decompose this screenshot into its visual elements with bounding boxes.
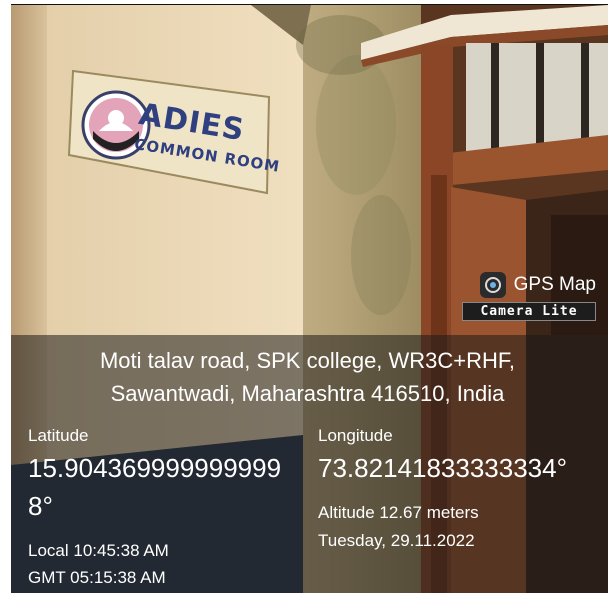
longitude-label: Longitude — [318, 426, 393, 445]
camera-lens-icon — [479, 272, 506, 298]
gmt-time: GMT 05:15:38 AM — [28, 568, 166, 587]
badge-header: GPS Map — [456, 272, 596, 298]
latitude-label: Latitude — [28, 426, 89, 445]
badge-title: GPS Map — [513, 274, 596, 295]
address-line-1: Moti talav road, SPK college, WR3C+RHF, — [99, 348, 516, 373]
altitude: Altitude 12.67 meters — [318, 503, 479, 522]
address: Moti talav road, SPK college, WR3C+RHF, … — [0, 344, 615, 410]
app-watermark-badge: GPS Map Camera Lite — [456, 272, 596, 321]
latitude-value: 15.904369999999999 — [28, 453, 282, 483]
local-time: Local 10:45:38 AM — [28, 541, 169, 560]
latitude-value-continued: 8° — [28, 491, 53, 521]
address-line-2: Sawantwadi, Maharashtra 416510, India — [110, 381, 505, 406]
badge-subtitle: Camera Lite — [462, 302, 596, 321]
longitude-value: 73.82141833333334° — [318, 453, 567, 483]
date: Tuesday, 29.11.2022 — [318, 531, 475, 550]
